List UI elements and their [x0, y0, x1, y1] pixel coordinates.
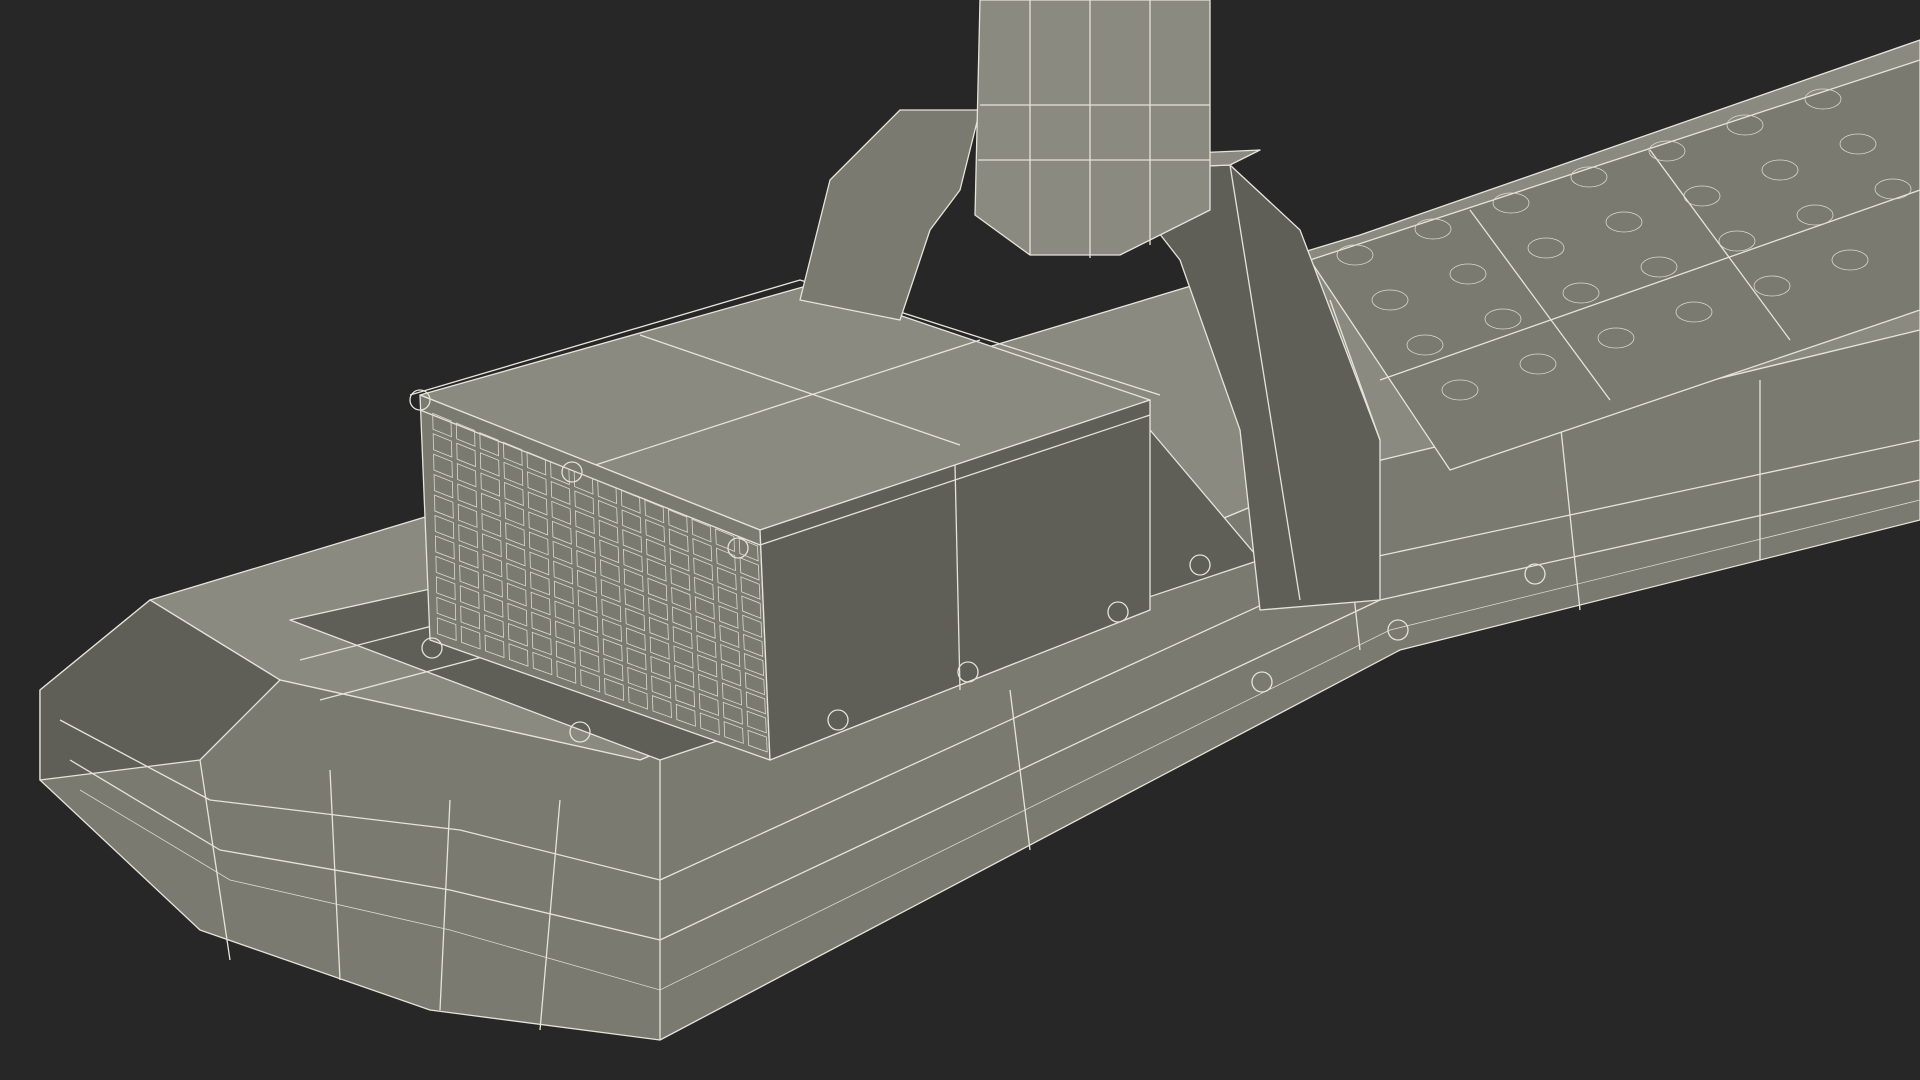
3d-viewport[interactable]	[0, 0, 1920, 1080]
wireframe-model-render-icon	[39, 0, 1920, 1041]
vertical-column	[974, 0, 1211, 258]
